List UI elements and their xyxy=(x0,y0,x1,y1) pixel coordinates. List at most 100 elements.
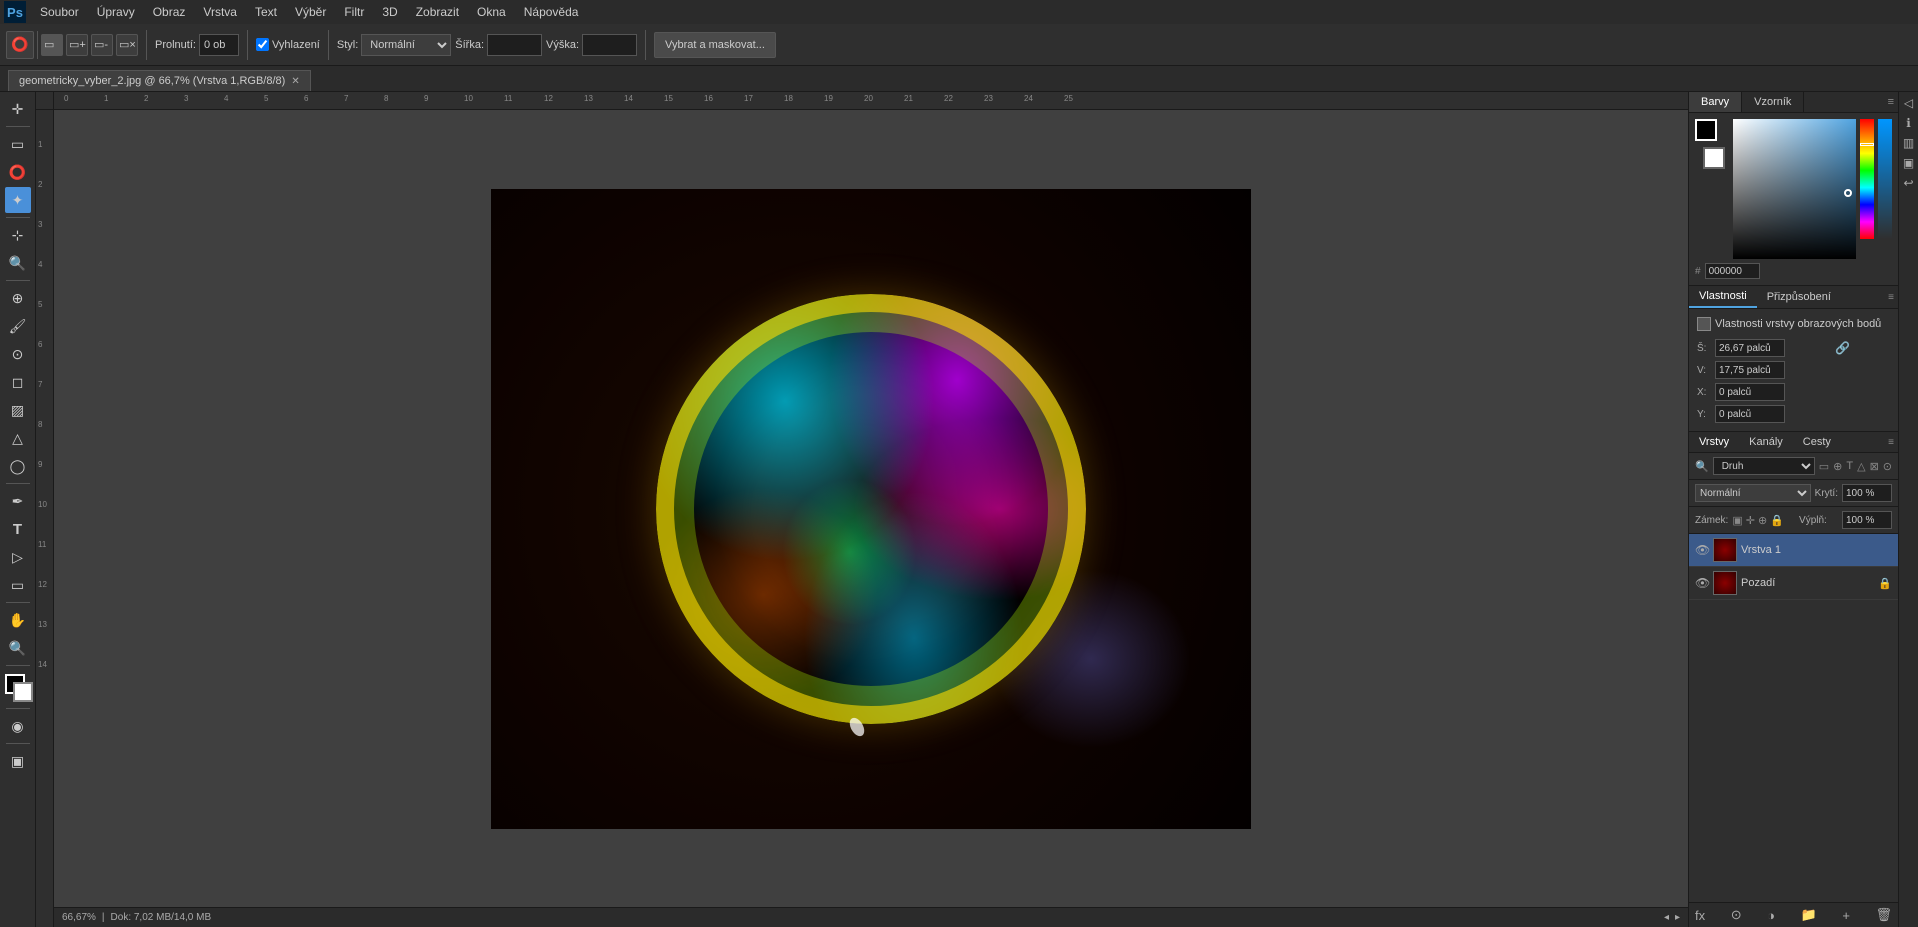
menu-vrstva[interactable]: Vrstva xyxy=(195,3,245,21)
tool-shape[interactable]: ▭ xyxy=(5,572,31,598)
layer-item-pozadi[interactable]: 👁 Pozadí 🔒 xyxy=(1689,567,1898,600)
prolnuti-input[interactable] xyxy=(199,34,239,56)
tool-dodge[interactable]: ◯ xyxy=(5,453,31,479)
tab-vlastnosti[interactable]: Vlastnosti xyxy=(1689,286,1757,308)
menu-text[interactable]: Text xyxy=(247,3,285,21)
tab-close-icon[interactable]: ✕ xyxy=(291,76,299,87)
tab-vrstvy[interactable]: Vrstvy xyxy=(1689,432,1739,452)
layer-visibility-pozadi[interactable]: 👁 xyxy=(1695,576,1709,590)
opacity-input[interactable] xyxy=(1842,484,1892,502)
x-input[interactable] xyxy=(1715,383,1785,401)
doc-tab[interactable]: geometricky_vyber_2.jpg @ 66,7% (Vrstva … xyxy=(8,70,311,91)
add-adjustment-button[interactable]: ◑ xyxy=(1767,908,1775,923)
color-panel-menu[interactable]: ≡ xyxy=(1884,92,1898,112)
layer-filter-smart-icon[interactable]: ⊠ xyxy=(1870,460,1879,473)
lock-artboard-icon[interactable]: ⊕ xyxy=(1758,514,1767,527)
tool-eyedropper[interactable]: 🔍 xyxy=(5,250,31,276)
fx-button[interactable]: fx xyxy=(1695,908,1705,923)
side-icon-info[interactable]: ℹ xyxy=(1906,116,1911,130)
tab-barvy[interactable]: Barvy xyxy=(1689,92,1742,112)
hue-slider[interactable] xyxy=(1860,119,1874,239)
menu-zobrazit[interactable]: Zobrazit xyxy=(408,3,467,21)
add-layer-button[interactable]: + xyxy=(1842,908,1850,923)
tab-kanaly[interactable]: Kanály xyxy=(1739,432,1793,452)
intersect-selection-btn[interactable]: ▭× xyxy=(116,34,138,56)
tool-move[interactable]: ✛ xyxy=(5,96,31,122)
tool-crop[interactable]: ⊹ xyxy=(5,222,31,248)
tool-quick-mask[interactable]: ◉ xyxy=(5,713,31,739)
tool-magic-wand[interactable]: ✦ xyxy=(5,187,31,213)
s-input[interactable] xyxy=(1715,339,1785,357)
props-panel-menu[interactable]: ≡ xyxy=(1884,288,1898,307)
side-icon-history[interactable]: ↩ xyxy=(1903,176,1913,190)
tool-spot-heal[interactable]: ⊕ xyxy=(5,285,31,311)
layer-filter-shape-icon[interactable]: △ xyxy=(1857,460,1865,473)
layers-panel-menu[interactable]: ≡ xyxy=(1884,433,1898,452)
tool-gradient[interactable]: ▨ xyxy=(5,397,31,423)
layer-type-select[interactable]: Druh xyxy=(1713,457,1815,475)
menu-okna[interactable]: Okna xyxy=(469,3,514,21)
menu-upravy[interactable]: Úpravy xyxy=(89,3,143,21)
layer-item-vrstva1[interactable]: 👁 Vrstva 1 xyxy=(1689,534,1898,567)
menu-obraz[interactable]: Obraz xyxy=(145,3,194,21)
add-selection-btn[interactable]: ▭+ xyxy=(66,34,88,56)
layer-filter-text-icon[interactable]: T xyxy=(1846,460,1853,472)
bg-swatch[interactable] xyxy=(1703,147,1725,169)
canvas-workspace[interactable] xyxy=(54,110,1688,907)
background-color[interactable] xyxy=(13,682,33,702)
fg-swatch[interactable] xyxy=(1695,119,1717,141)
tool-hand[interactable]: ✋ xyxy=(5,607,31,633)
menu-filtr[interactable]: Filtr xyxy=(336,3,372,21)
vybrat-maskovat-button[interactable]: Vybrat a maskovat... xyxy=(654,32,776,58)
tool-blur[interactable]: △ xyxy=(5,425,31,451)
menu-vyber[interactable]: Výběr xyxy=(287,3,334,21)
delete-layer-button[interactable]: 🗑 xyxy=(1875,907,1892,923)
tool-brush[interactable]: 🖌 xyxy=(5,313,31,339)
tab-cesty[interactable]: Cesty xyxy=(1793,432,1841,452)
tool-eraser[interactable]: ◻ xyxy=(5,369,31,395)
layer-filter-toggle[interactable]: ⊙ xyxy=(1883,460,1892,473)
side-icon-artboard[interactable]: ▣ xyxy=(1903,156,1914,170)
vyhlazeni-label[interactable]: Vyhlazení xyxy=(256,38,320,51)
tool-pen[interactable]: ✒ xyxy=(5,488,31,514)
add-group-button[interactable]: 📁 xyxy=(1801,907,1817,923)
tab-prizpusobeni[interactable]: Přizpůsobení xyxy=(1757,287,1841,307)
add-mask-button[interactable]: ⊙ xyxy=(1731,907,1742,923)
layer-visibility-vrstva1[interactable]: 👁 xyxy=(1695,543,1709,557)
side-icon-collapse[interactable]: ◁ xyxy=(1904,96,1913,110)
fg-bg-color-swatch[interactable] xyxy=(0,670,36,704)
tool-lasso[interactable]: ⭕ xyxy=(5,159,31,185)
scroll-right[interactable]: ▸ xyxy=(1675,912,1680,923)
fill-input[interactable] xyxy=(1842,511,1892,529)
lock-all-icon[interactable]: 🔒 xyxy=(1770,514,1784,527)
color-gradient-field[interactable] xyxy=(1733,119,1856,259)
vyhlazeni-checkbox[interactable] xyxy=(256,38,269,51)
lock-move-icon[interactable]: ✛ xyxy=(1746,514,1755,527)
new-selection-btn[interactable]: ▭ xyxy=(41,34,63,56)
blend-mode-select[interactable]: Normální xyxy=(1695,484,1811,502)
layer-filter-pixel-icon[interactable]: ▭ xyxy=(1819,460,1829,473)
hex-input[interactable] xyxy=(1705,263,1760,279)
tool-clone[interactable]: ⊙ xyxy=(5,341,31,367)
tool-path-select[interactable]: ▷ xyxy=(5,544,31,570)
v-input[interactable] xyxy=(1715,361,1785,379)
side-icon-layers2[interactable]: ▥ xyxy=(1903,136,1914,150)
layer-filter-adjust-icon[interactable]: ⊕ xyxy=(1833,460,1842,473)
vyska-input[interactable] xyxy=(582,34,637,56)
lock-pixels-icon[interactable]: ▣ xyxy=(1732,514,1742,527)
tool-screen-mode[interactable]: ▣ xyxy=(5,748,31,774)
link-proportions[interactable]: 🔗 xyxy=(1796,339,1891,357)
y-input[interactable] xyxy=(1715,405,1785,423)
tab-vzornik[interactable]: Vzorník xyxy=(1742,92,1804,112)
sirka-input[interactable] xyxy=(487,34,542,56)
menu-napoveda[interactable]: Nápověda xyxy=(516,3,587,21)
tool-zoom[interactable]: 🔍 xyxy=(5,635,31,661)
tool-lasso-icon[interactable]: ⭕ xyxy=(6,31,34,59)
tool-marquee[interactable]: ▭ xyxy=(5,131,31,157)
alpha-slider[interactable] xyxy=(1878,119,1892,239)
menu-3d[interactable]: 3D xyxy=(374,3,405,21)
tool-text[interactable]: T xyxy=(5,516,31,542)
menu-soubor[interactable]: Soubor xyxy=(32,3,87,21)
styl-select[interactable]: Normální xyxy=(361,34,451,56)
subtract-selection-btn[interactable]: ▭- xyxy=(91,34,113,56)
